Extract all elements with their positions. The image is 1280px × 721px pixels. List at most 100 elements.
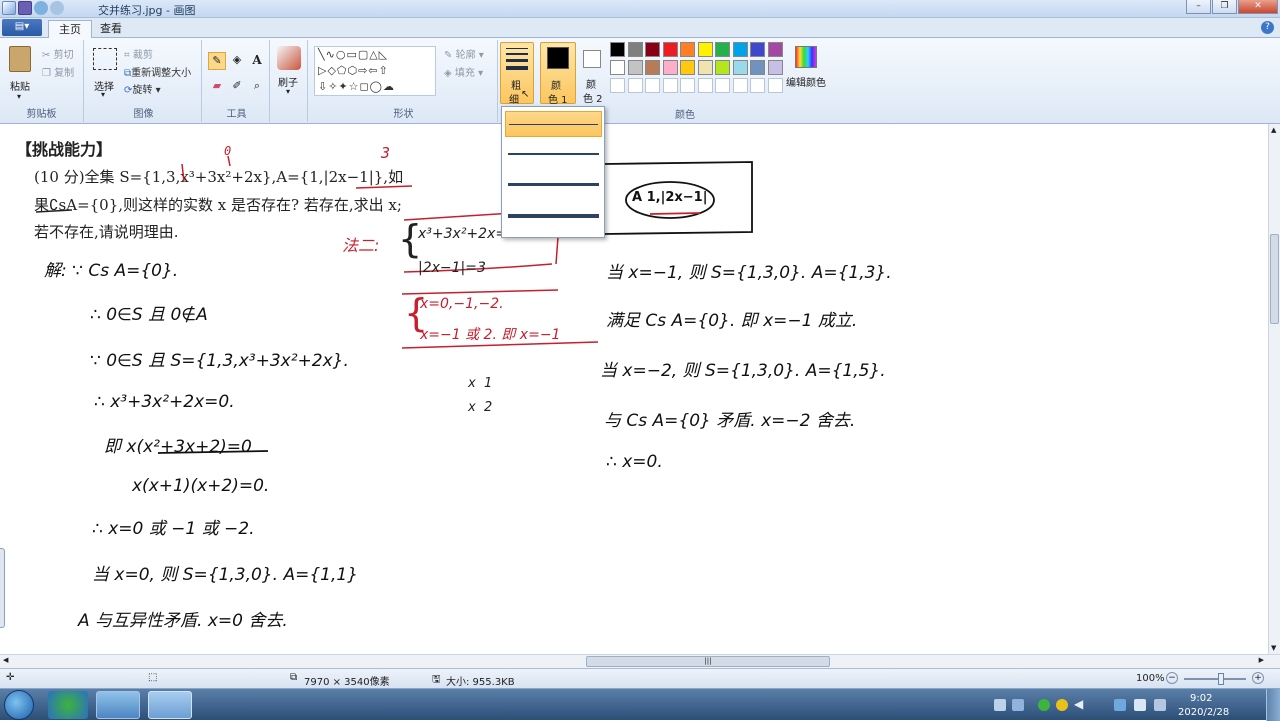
- palette-swatch[interactable]: [662, 60, 678, 75]
- size-option-4[interactable]: [505, 203, 602, 229]
- rotate-button[interactable]: ⟳旋转 ▾: [124, 81, 161, 96]
- clock-date[interactable]: 2020/2/28: [1178, 707, 1229, 718]
- palette-swatch[interactable]: [732, 42, 748, 57]
- taskbar-app-paint-icon[interactable]: [148, 691, 192, 719]
- scroll-right-arrow-icon[interactable]: ▶: [1259, 656, 1264, 664]
- volume-icon[interactable]: ◀: [1074, 697, 1083, 711]
- color2-label-2: 色 2: [583, 94, 603, 105]
- eraser-tool-icon[interactable]: ▰: [208, 78, 226, 96]
- paste-button[interactable]: 粘贴 ▾: [6, 44, 36, 102]
- fill-tool-icon[interactable]: ◈: [228, 52, 246, 70]
- shapes-gallery[interactable]: ╲∿○▭▢△◺ ▷◇⬠⬡⇨⇦⇧ ⇩✧✦☆◻◯☁: [314, 46, 436, 96]
- minimize-button[interactable]: –: [1186, 0, 1211, 14]
- custom-palette-swatch[interactable]: [697, 78, 713, 93]
- help-icon[interactable]: ?: [1261, 21, 1274, 34]
- save-icon[interactable]: [18, 1, 32, 15]
- size-option-1[interactable]: [505, 111, 602, 137]
- select-button[interactable]: 选择 ▾: [90, 46, 120, 102]
- size-button[interactable]: 粗 细 ↖: [500, 42, 534, 106]
- close-button[interactable]: ✕: [1238, 0, 1278, 14]
- tab-view[interactable]: 查看: [90, 20, 132, 38]
- palette-swatch[interactable]: [627, 42, 643, 57]
- palette-swatch[interactable]: [662, 42, 678, 57]
- tools-group-label: 工具: [226, 109, 247, 120]
- color2-button[interactable]: 颜 色 2: [578, 42, 608, 105]
- show-desktop-button[interactable]: [1266, 689, 1280, 721]
- tray-icon-input[interactable]: [1134, 699, 1146, 711]
- custom-palette-swatch[interactable]: [732, 78, 748, 93]
- custom-palette-swatch[interactable]: [767, 78, 783, 93]
- tray-icon-update[interactable]: [1056, 699, 1068, 711]
- color-picker-icon[interactable]: ✐: [228, 78, 246, 96]
- palette-swatch[interactable]: [645, 60, 660, 75]
- palette-swatch[interactable]: [680, 60, 695, 75]
- vertical-scroll-thumb[interactable]: [1270, 234, 1279, 324]
- zoom-in-button[interactable]: +: [1252, 672, 1264, 684]
- taskbar-app-assistant-icon[interactable]: [96, 691, 140, 719]
- resize-button[interactable]: ⧉重新调整大小: [124, 64, 191, 79]
- cursor-icon: ↖: [521, 89, 530, 100]
- file-menu-button[interactable]: ▤▾: [2, 19, 42, 36]
- palette-swatch[interactable]: [697, 60, 713, 75]
- custom-palette-swatch[interactable]: [680, 78, 695, 93]
- palette-swatch[interactable]: [645, 42, 660, 57]
- tray-icon-security[interactable]: [1038, 699, 1050, 711]
- text-tool-icon[interactable]: A: [248, 52, 266, 70]
- zoom-out-button[interactable]: −: [1166, 672, 1178, 684]
- custom-palette-swatch[interactable]: [662, 78, 678, 93]
- magnifier-icon[interactable]: ⌕: [248, 78, 266, 96]
- size-option-2[interactable]: [505, 141, 602, 167]
- fill-button[interactable]: ◈ 填充 ▾: [444, 64, 483, 79]
- drawing-canvas[interactable]: 【挑战能力】 (10 分)全集 S={1,3,x³+3x²+2x},A={1,|…: [0, 124, 1268, 654]
- custom-palette-swatch[interactable]: [610, 78, 625, 93]
- crop-button[interactable]: ⌗ 裁剪: [124, 46, 153, 61]
- tab-home[interactable]: 主页: [48, 20, 92, 38]
- palette-swatch[interactable]: [610, 42, 625, 57]
- edit-colors-button[interactable]: 编辑颜色: [786, 42, 828, 104]
- zoom-slider-thumb[interactable]: [1218, 673, 1224, 685]
- custom-palette-swatch[interactable]: [645, 78, 660, 93]
- scroll-down-arrow-icon[interactable]: ▼: [1271, 644, 1276, 652]
- side-handle[interactable]: [0, 548, 5, 628]
- palette-swatch[interactable]: [715, 60, 730, 75]
- tray-icon-app[interactable]: [1114, 699, 1126, 711]
- palette-swatch[interactable]: [627, 60, 643, 75]
- palette-swatch[interactable]: [767, 60, 783, 75]
- color2-swatch: [583, 50, 601, 68]
- horizontal-scroll-thumb[interactable]: |||: [586, 656, 830, 667]
- color1-button[interactable]: 颜 色 1: [540, 42, 576, 106]
- scroll-up-arrow-icon[interactable]: ▲: [1271, 126, 1276, 134]
- pencil-tool-icon[interactable]: ✎: [208, 52, 226, 70]
- tray-icon-display[interactable]: [994, 699, 1006, 711]
- undo-icon[interactable]: [34, 1, 48, 15]
- maximize-button[interactable]: ❐: [1212, 0, 1237, 14]
- tray-icon-notify[interactable]: [1154, 699, 1166, 711]
- palette-swatch[interactable]: [697, 42, 713, 57]
- vertical-scrollbar[interactable]: ▲ ▼: [1268, 124, 1280, 654]
- palette-swatch[interactable]: [750, 60, 765, 75]
- tray-icon-network[interactable]: [1012, 699, 1024, 711]
- custom-palette-swatch[interactable]: [750, 78, 765, 93]
- zoom-slider[interactable]: [1184, 673, 1246, 685]
- clock-time[interactable]: 9:02: [1190, 693, 1212, 704]
- palette-swatch[interactable]: [680, 42, 695, 57]
- scroll-left-arrow-icon[interactable]: ◀: [3, 656, 8, 664]
- palette-swatch[interactable]: [715, 42, 730, 57]
- custom-palette-swatch[interactable]: [627, 78, 643, 93]
- palette-swatch[interactable]: [767, 42, 783, 57]
- paint-app-icon[interactable]: [2, 1, 16, 15]
- size-option-3[interactable]: [505, 171, 602, 197]
- palette-swatch[interactable]: [732, 60, 748, 75]
- start-button[interactable]: [4, 690, 34, 720]
- palette-swatch[interactable]: [610, 60, 625, 75]
- redo-icon[interactable]: [50, 1, 64, 15]
- outline-button[interactable]: ✎ 轮廓 ▾: [444, 46, 484, 61]
- customize-toolbar-icon[interactable]: [66, 1, 76, 15]
- cut-button[interactable]: ✂ 剪切: [42, 46, 74, 61]
- taskbar-app-browser-icon[interactable]: [48, 691, 88, 719]
- copy-button[interactable]: ❐ 复制: [42, 64, 74, 79]
- horizontal-scrollbar[interactable]: ◀ ||| ▶: [0, 654, 1280, 668]
- palette-swatch[interactable]: [750, 42, 765, 57]
- brushes-group[interactable]: 刷子 ▾: [272, 40, 308, 122]
- custom-palette-swatch[interactable]: [715, 78, 730, 93]
